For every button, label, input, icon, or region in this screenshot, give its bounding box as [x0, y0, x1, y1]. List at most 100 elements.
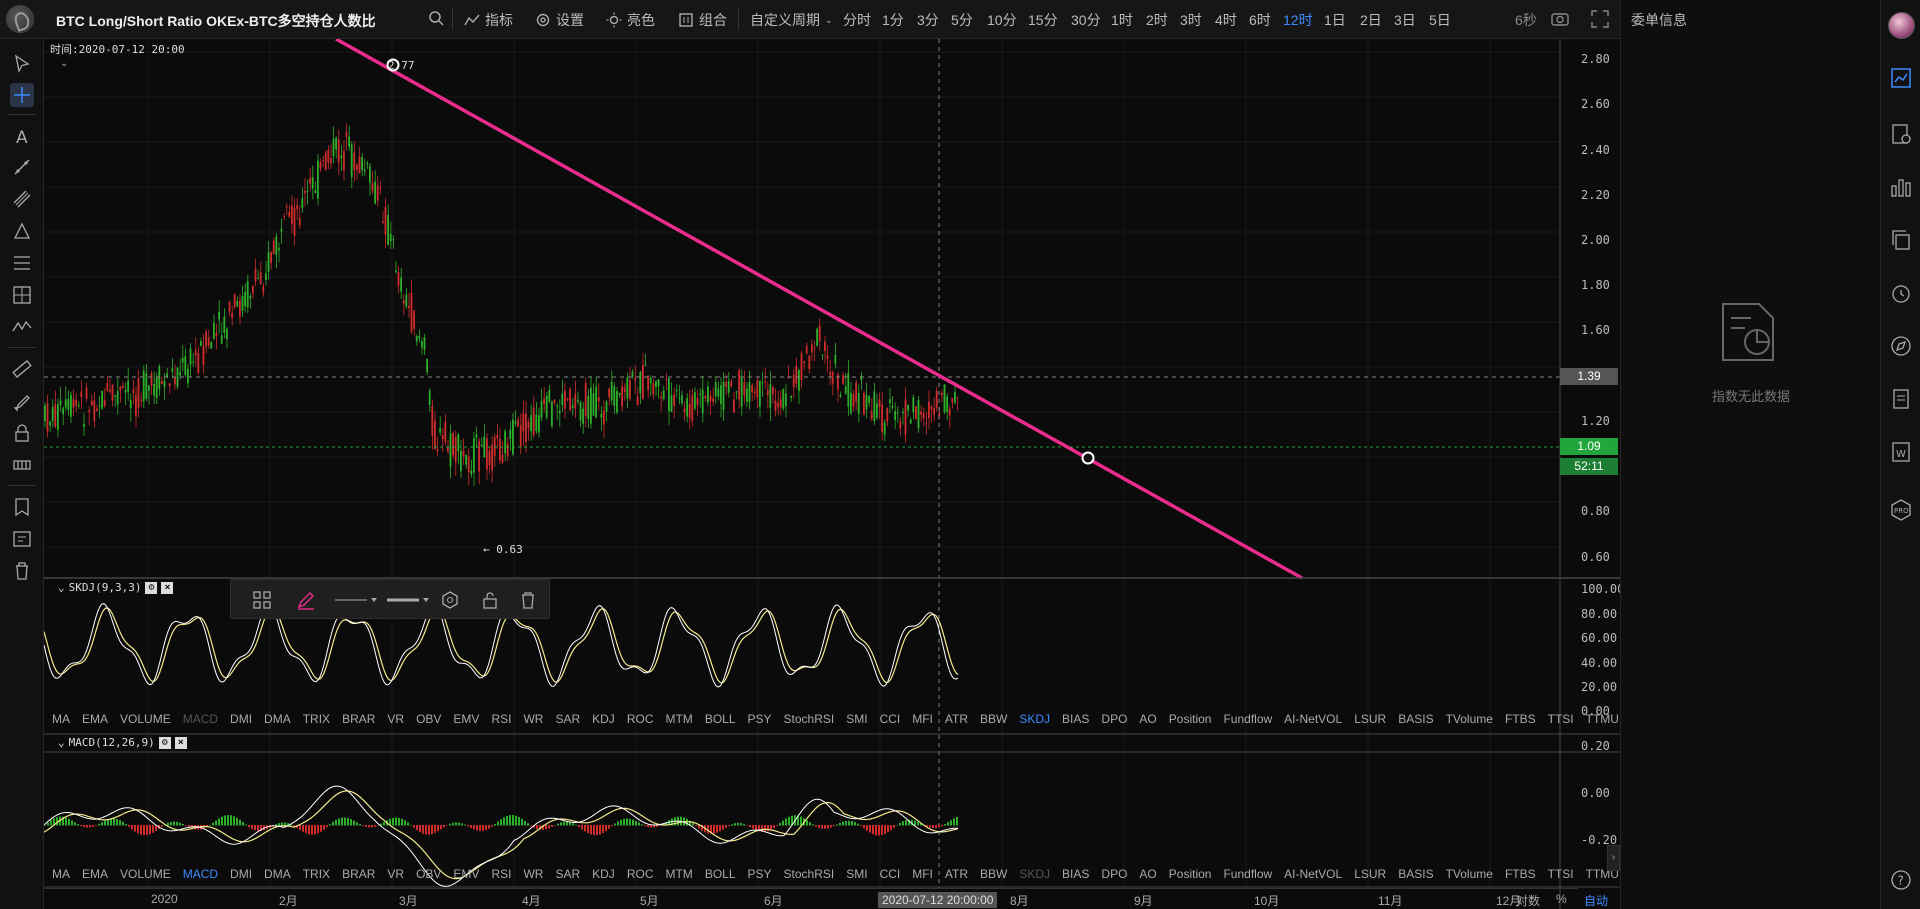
log-scale-toggle[interactable]: 对数 — [1516, 892, 1540, 909]
grid-tool-icon[interactable] — [10, 283, 34, 307]
close-icon[interactable]: × — [161, 581, 174, 594]
text-tool-icon[interactable]: A — [10, 124, 34, 148]
indicator-tab[interactable]: StochRSI — [778, 712, 841, 730]
percent-scale-toggle[interactable]: % — [1556, 892, 1567, 906]
trash-icon[interactable] — [517, 589, 539, 611]
bright-theme-button[interactable]: 亮色 — [606, 10, 655, 30]
lock-icon[interactable] — [479, 589, 501, 611]
indicator-tab[interactable]: MACD — [177, 712, 224, 730]
indicator-tab[interactable]: EMA — [76, 712, 114, 730]
fibonacci-tool-icon[interactable] — [10, 251, 34, 275]
fullscreen-icon[interactable] — [1590, 9, 1610, 29]
template-icon[interactable] — [10, 527, 34, 551]
compass-icon[interactable] — [1889, 334, 1913, 358]
camera-icon[interactable] — [1550, 9, 1570, 29]
refresh-interval[interactable]: 6秒 — [1515, 10, 1537, 30]
indicator-button[interactable]: 指标 — [464, 10, 513, 30]
indicator-tab[interactable]: BASIS — [1392, 712, 1439, 730]
settings-button[interactable]: 设置 — [535, 10, 584, 30]
indicator-tab[interactable]: BOLL — [699, 867, 742, 885]
cursor-arrow-icon[interactable] — [10, 52, 34, 76]
indicator-tab[interactable]: ATR — [939, 712, 974, 730]
period-14[interactable]: 2日 — [1360, 10, 1382, 30]
indicator-tab[interactable]: MFI — [906, 712, 939, 730]
indicator-tab[interactable]: EMA — [76, 867, 114, 885]
indicator-tab[interactable]: VOLUME — [114, 712, 177, 730]
indicator-tab[interactable]: LSUR — [1348, 867, 1392, 885]
indicator-tab[interactable]: TTMU — [1580, 712, 1625, 730]
report-icon[interactable] — [1889, 387, 1913, 411]
indicator-tab[interactable]: FTBS — [1499, 867, 1542, 885]
period-7[interactable]: 1时 — [1111, 10, 1133, 30]
indicator-tab[interactable]: CCI — [874, 712, 907, 730]
indicator-tab[interactable]: MFI — [906, 867, 939, 885]
indicator-tab[interactable]: VOLUME — [114, 867, 177, 885]
indicator-tab[interactable]: BIAS — [1056, 712, 1095, 730]
period-0[interactable]: 分时 — [843, 10, 871, 30]
period-3[interactable]: 5分 — [951, 10, 973, 30]
period-13[interactable]: 1日 — [1324, 10, 1346, 30]
indicator-tab[interactable]: KDJ — [586, 712, 621, 730]
trendline-tool-icon[interactable] — [10, 155, 34, 179]
indicator-tab[interactable]: BIAS — [1056, 867, 1095, 885]
chevron-down-icon[interactable]: ⌄ — [60, 58, 68, 69]
magnet-icon[interactable] — [10, 453, 34, 477]
indicator-tab[interactable]: DMA — [258, 867, 297, 885]
indicator-tab[interactable]: KDJ — [586, 867, 621, 885]
gear-icon[interactable]: ⚙ — [158, 736, 171, 749]
indicator-tab[interactable]: EMV — [447, 867, 485, 885]
indicator-tab[interactable]: AI-NetVOL — [1278, 712, 1348, 730]
indicator-tab[interactable]: BRAR — [336, 712, 381, 730]
app-logo[interactable] — [6, 5, 34, 33]
channel-tool-icon[interactable] — [10, 187, 34, 211]
panel-collapse-button[interactable]: › — [1607, 845, 1620, 871]
indicator-tab[interactable]: EMV — [447, 712, 485, 730]
custom-period-dropdown[interactable]: 自定义周期 ⌄ — [750, 10, 833, 30]
period-4[interactable]: 10分 — [987, 10, 1017, 30]
indicator-tab[interactable]: SKDJ — [1013, 712, 1056, 730]
period-1[interactable]: 1分 — [882, 10, 904, 30]
pro-icon[interactable]: PRO — [1889, 498, 1913, 522]
indicator-tab[interactable]: OBV — [410, 867, 447, 885]
indicator-tab[interactable]: BOLL — [699, 712, 742, 730]
period-15[interactable]: 3日 — [1394, 10, 1416, 30]
w-document-icon[interactable]: W — [1889, 440, 1913, 464]
settings-icon[interactable] — [439, 589, 461, 611]
indicator-tab[interactable]: BBW — [974, 867, 1013, 885]
indicator-tab[interactable]: AO — [1133, 712, 1162, 730]
alarm-clock-icon[interactable] — [1889, 281, 1913, 305]
indicator-tab[interactable]: AO — [1133, 867, 1162, 885]
indicator-tab[interactable]: WR — [517, 712, 549, 730]
copy-icon[interactable] — [1889, 228, 1913, 252]
period-10[interactable]: 4时 — [1215, 10, 1237, 30]
indicator-tab[interactable]: OBV — [410, 712, 447, 730]
trash-icon[interactable] — [10, 559, 34, 583]
auto-scale-toggle[interactable]: 自动 — [1584, 892, 1608, 909]
search-icon[interactable] — [426, 8, 446, 28]
line-width-dropdown[interactable] — [383, 589, 431, 611]
indicator-tab[interactable]: TVolume — [1440, 867, 1499, 885]
gear-icon[interactable]: ⚙ — [145, 581, 158, 594]
indicator-tab[interactable]: TVolume — [1440, 712, 1499, 730]
bookmark-icon[interactable] — [10, 495, 34, 519]
indicator-tab[interactable]: BASIS — [1392, 867, 1439, 885]
help-icon[interactable]: ? — [1889, 868, 1913, 892]
indicator-tab[interactable]: FTBS — [1499, 712, 1542, 730]
order-book-icon[interactable] — [1889, 122, 1913, 146]
indicator-tab[interactable]: SMI — [840, 712, 873, 730]
indicator-tab[interactable]: BBW — [974, 712, 1013, 730]
period-6[interactable]: 30分 — [1071, 10, 1101, 30]
indicator-tab[interactable]: TTSI — [1542, 867, 1580, 885]
indicator-tab[interactable]: MA — [46, 712, 76, 730]
indicator-tab[interactable]: MACD — [177, 867, 224, 885]
indicator-tab[interactable]: SMI — [840, 867, 873, 885]
indicator-tab[interactable]: DPO — [1095, 867, 1133, 885]
wave-tool-icon[interactable] — [10, 315, 34, 339]
indicator-tab[interactable]: PSY — [742, 712, 778, 730]
shape-tool-icon[interactable] — [10, 219, 34, 243]
indicator-tab[interactable]: Position — [1163, 712, 1218, 730]
indicator-tab[interactable]: DMI — [224, 867, 258, 885]
indicator-tab[interactable]: TRIX — [297, 712, 336, 730]
period-16[interactable]: 5日 — [1429, 10, 1451, 30]
indicator-tab[interactable]: RSI — [485, 867, 517, 885]
